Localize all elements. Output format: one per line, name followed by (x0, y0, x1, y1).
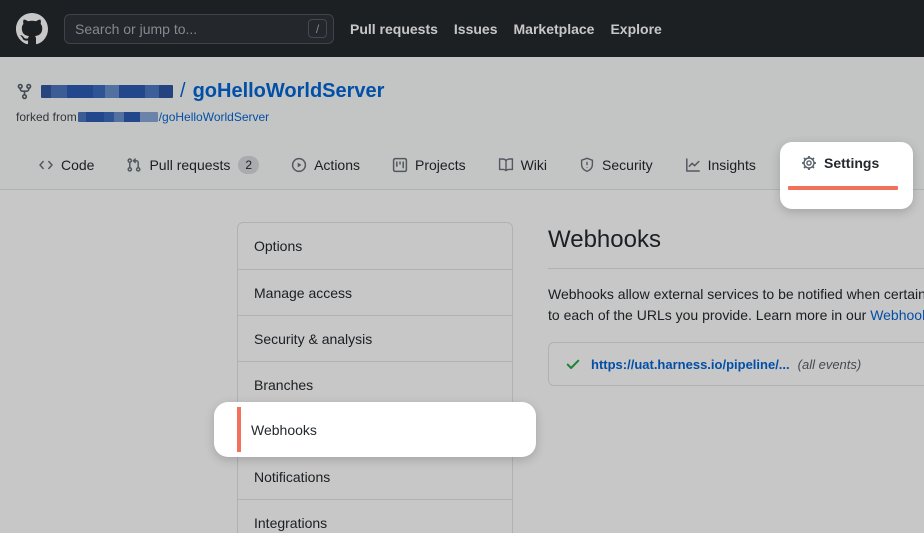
webhooks-item-label: Webhooks (251, 402, 317, 457)
webhooks-item-spotlight[interactable]: Webhooks (214, 402, 536, 457)
gear-icon (801, 155, 817, 171)
settings-tab-spotlight[interactable]: Settings (780, 142, 913, 209)
settings-tab-label: Settings (824, 155, 879, 171)
github-repo-settings-page: / Pull requests Issues Marketplace Explo… (0, 0, 924, 533)
selected-item-accent-bar (237, 407, 241, 452)
selected-tab-underline (788, 186, 898, 190)
